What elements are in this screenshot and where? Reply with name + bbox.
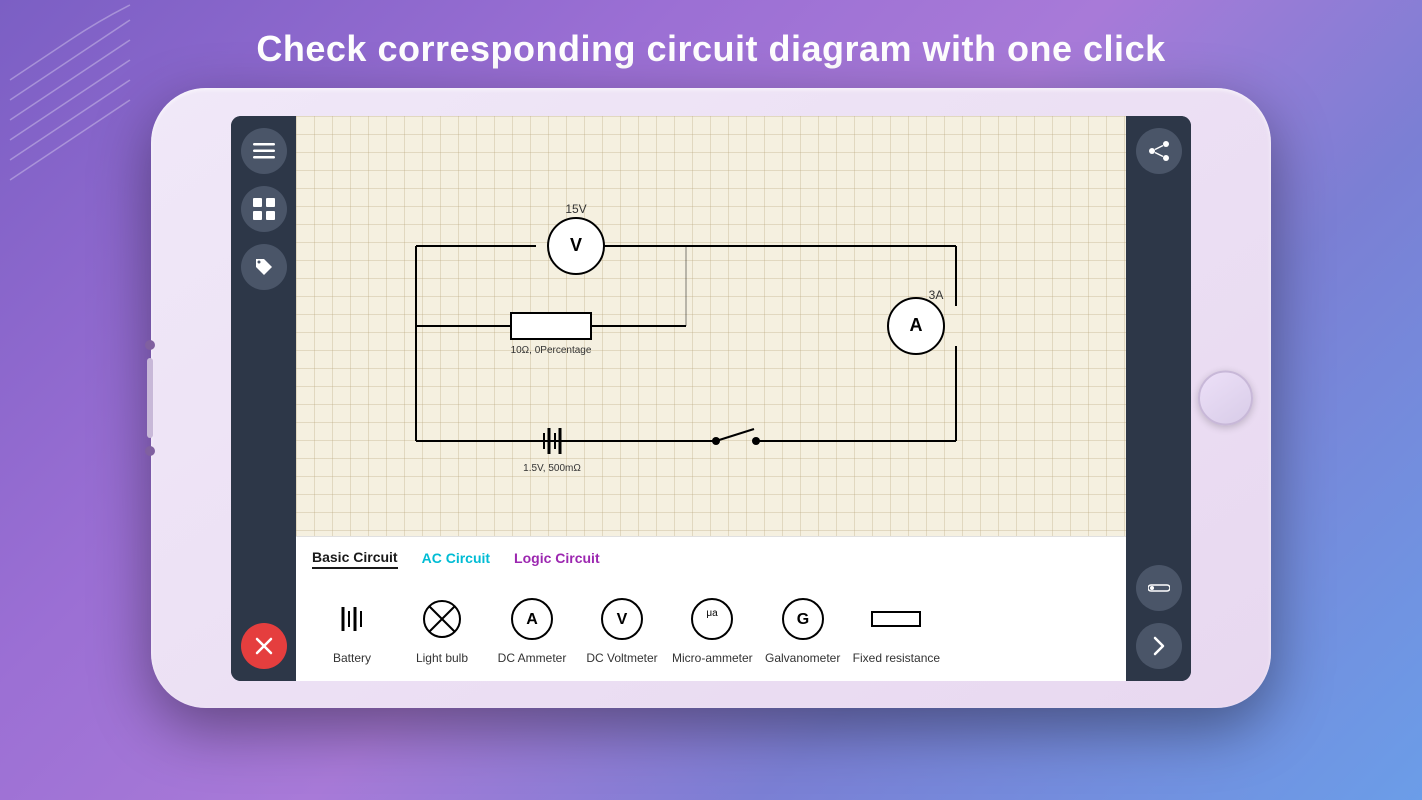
micro-ammeter-label: Micro-ammeter [672,651,753,665]
component-dc-voltmeter[interactable]: V DC Voltmeter [582,591,662,665]
toolbar-right [1126,116,1191,681]
svg-text:μa: μa [707,608,719,619]
svg-text:10Ω, 0Percentage: 10Ω, 0Percentage [511,345,592,356]
page-title: Check corresponding circuit diagram with… [256,28,1165,70]
components-row: Battery Light bulb [296,575,1126,681]
light-bulb-label: Light bulb [416,651,468,665]
component-galvanometer[interactable]: G Galvanometer [763,591,843,665]
component-button[interactable] [1136,565,1182,611]
volume-bar [147,358,153,438]
component-dc-ammeter[interactable]: A DC Ammeter [492,591,572,665]
next-button[interactable] [1136,623,1182,669]
menu-button[interactable] [241,128,287,174]
svg-text:15V: 15V [565,202,586,216]
toolbar-left [231,116,296,681]
dc-voltmeter-icon: V [594,591,650,647]
dc-voltmeter-label: DC Voltmeter [586,651,657,665]
svg-text:3A: 3A [929,288,944,302]
close-button[interactable] [241,623,287,669]
volume-controls [145,340,155,456]
svg-text:A: A [526,611,538,628]
tab-logic-circuit[interactable]: Logic Circuit [514,548,600,568]
side-dot-1 [145,340,155,350]
circuit-diagram: V 15V A 3A [296,116,1126,536]
component-battery[interactable]: Battery [312,591,392,665]
circuit-tabs: Basic Circuit AC Circuit Logic Circuit [296,537,1126,575]
device-frame: V 15V A 3A [151,88,1271,708]
battery-icon [324,591,380,647]
galvanometer-label: Galvanometer [765,651,840,665]
main-content: V 15V A 3A [296,116,1126,681]
tab-ac-circuit[interactable]: AC Circuit [422,548,490,568]
tab-basic-circuit[interactable]: Basic Circuit [312,547,398,569]
home-button[interactable] [1198,371,1253,426]
svg-text:G: G [796,611,808,628]
component-micro-ammeter[interactable]: μa Micro-ammeter [672,591,753,665]
fixed-resistance-label: Fixed resistance [853,651,940,665]
bottom-panel: Basic Circuit AC Circuit Logic Circuit [296,536,1126,681]
svg-text:V: V [617,611,628,628]
tag-button[interactable] [241,244,287,290]
fixed-resistance-icon [868,591,924,647]
side-dot-2 [145,446,155,456]
svg-text:V: V [570,235,582,255]
dc-ammeter-icon: A [504,591,560,647]
dc-ammeter-label: DC Ammeter [498,651,567,665]
component-light-bulb[interactable]: Light bulb [402,591,482,665]
circuit-canvas[interactable]: V 15V A 3A [296,116,1126,536]
svg-text:1.5V, 500mΩ: 1.5V, 500mΩ [523,463,581,474]
battery-label: Battery [333,651,371,665]
galvanometer-icon: G [775,591,831,647]
light-bulb-icon [414,591,470,647]
svg-text:A: A [910,315,923,335]
screen: V 15V A 3A [231,116,1191,681]
grid-button[interactable] [241,186,287,232]
micro-ammeter-icon: μa [684,591,740,647]
component-fixed-resistance[interactable]: Fixed resistance [853,591,940,665]
share-button[interactable] [1136,128,1182,174]
